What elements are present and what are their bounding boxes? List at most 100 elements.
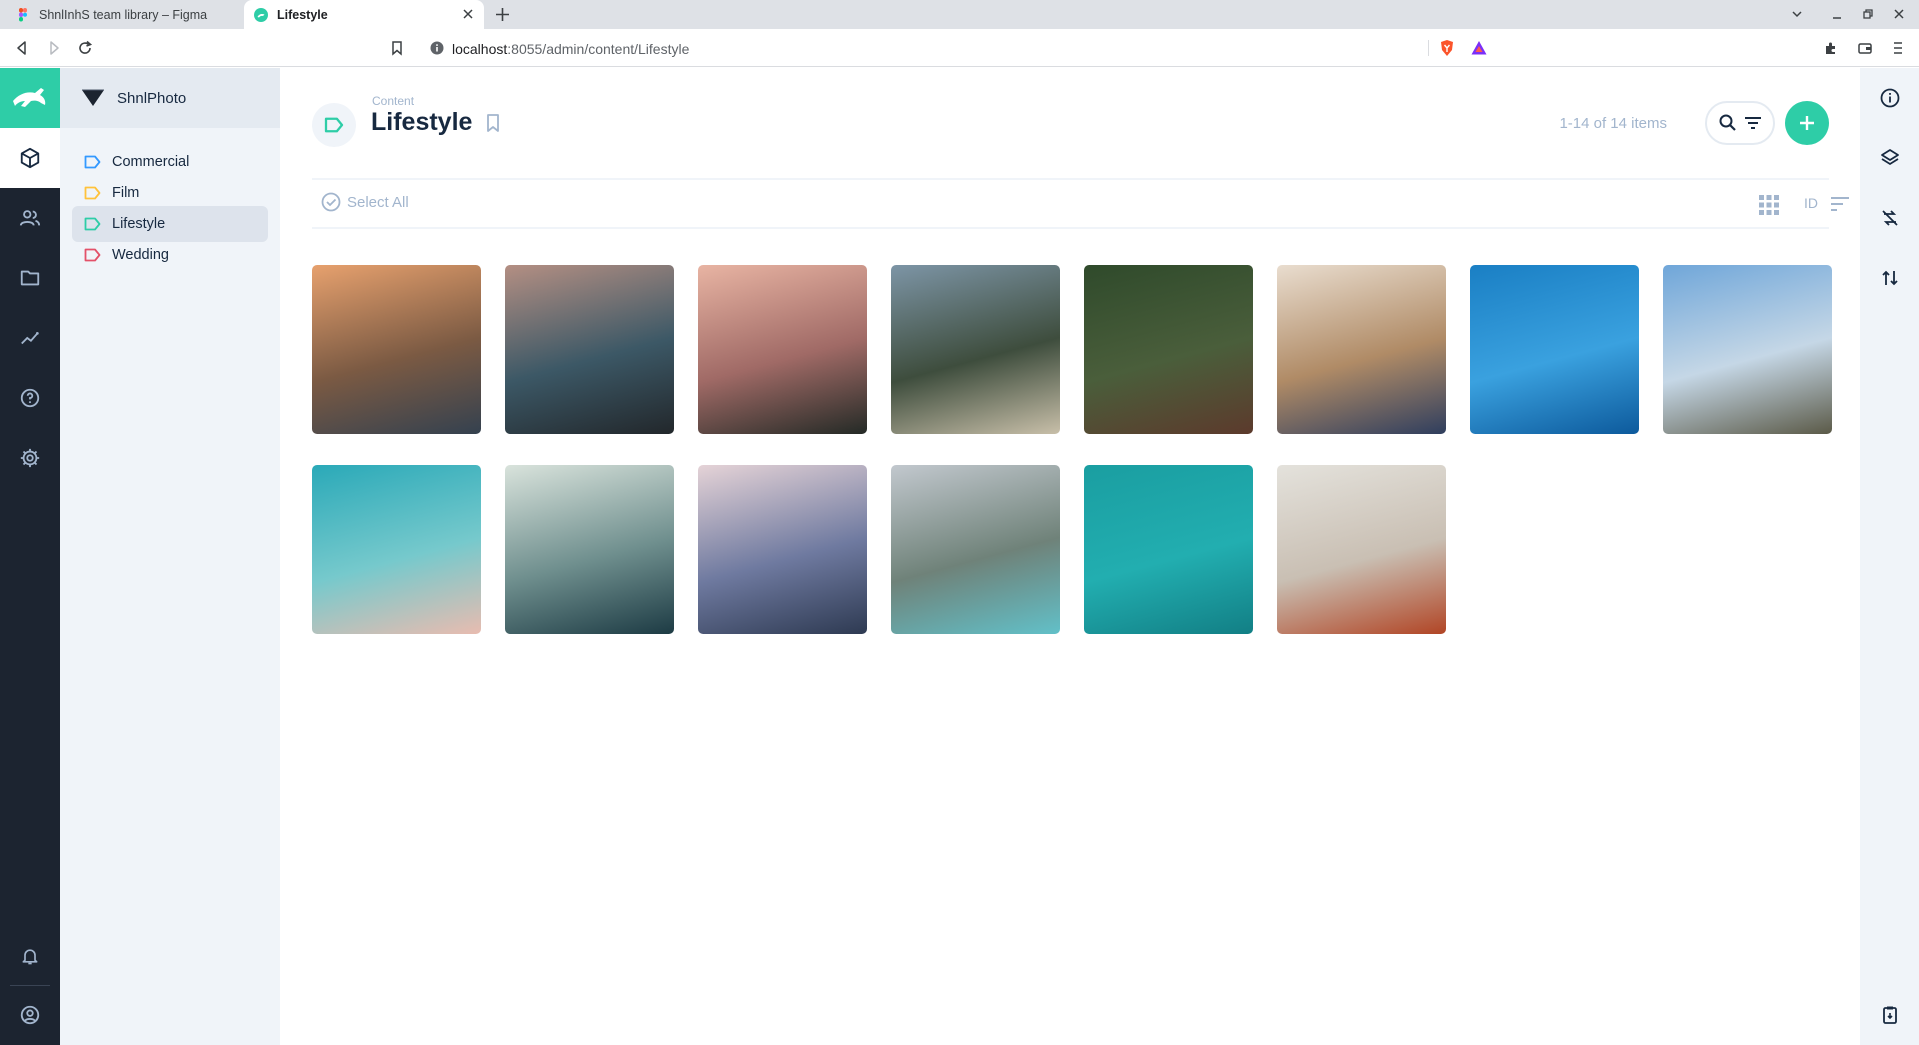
image-card-surfer-blue-wave[interactable] [1470,265,1639,434]
nav-item-label: Wedding [112,247,169,263]
folder-icon [20,270,40,286]
module-insights[interactable] [0,308,60,368]
help-icon [20,388,40,408]
image-card-man-cliff-ocean[interactable] [1663,265,1832,434]
wallet-icon[interactable] [1857,40,1873,56]
label-icon [84,217,101,231]
reload-icon[interactable] [77,40,93,56]
minimize-icon[interactable] [1831,8,1843,20]
module-bar [0,68,60,1045]
image-card-friends-cheering-sunset[interactable] [698,465,867,634]
image-card-surfer-in-water[interactable] [505,465,674,634]
sidebar-right [1860,68,1919,1045]
directus-app: ShnlPhoto Commercial Film Lifestyle Wedd… [0,68,1919,1045]
nav-item-label: Lifestyle [112,216,166,232]
image-card-man-rocky-coast[interactable] [505,265,674,434]
sync-disabled-icon[interactable] [1880,208,1900,228]
rabbit-logo-icon [13,88,46,107]
browser-toolbar: localhost:8055/admin/content/Lifestyle [0,29,1919,67]
create-item-button[interactable] [1785,101,1829,145]
bookmark-icon[interactable] [484,113,502,133]
label-icon [324,117,344,133]
tab-lifestyle[interactable]: Lifestyle [244,0,484,29]
image-card-float-teal-water[interactable] [1084,465,1253,634]
image-card-guitar-friends-street[interactable] [312,265,481,434]
url-text: localhost:8055/admin/content/Lifestyle [452,41,689,57]
close-window-icon[interactable] [1893,8,1905,20]
image-card-surfboard-shoreline[interactable] [312,465,481,634]
menu-icon[interactable] [1890,40,1906,56]
brave-rewards-icon[interactable] [1470,39,1488,57]
label-icon [84,186,101,200]
box-icon [20,147,40,169]
extensions-icon[interactable] [1823,40,1839,56]
restore-icon[interactable] [1862,8,1874,20]
image-card-breakfast-tray[interactable] [1277,265,1446,434]
clipboard-icon[interactable] [1880,1005,1900,1025]
module-files[interactable] [0,248,60,308]
insights-icon [21,332,39,345]
check-circle-icon [321,192,341,212]
tab-search-chevron-icon[interactable] [1791,8,1803,20]
module-content[interactable] [0,128,60,188]
app-logo[interactable] [0,68,60,128]
account-circle-icon [20,1005,40,1025]
label-icon [84,155,101,169]
image-card-palm-trees-beach[interactable] [891,265,1060,434]
image-card-silhouette-sunset[interactable] [698,265,867,434]
figma-icon [19,7,27,21]
layout-toolbar: Select All ID [312,178,1849,229]
filter-icon[interactable] [1743,113,1763,133]
site-info-icon[interactable] [430,41,444,55]
label-icon [84,248,101,262]
module-users[interactable] [0,188,60,248]
project-logo-icon [82,89,104,106]
sort-icon[interactable] [1830,195,1850,213]
notifications-button[interactable] [0,926,60,986]
image-card-mountain-lake[interactable] [891,465,1060,634]
grid-size-icon[interactable] [1758,194,1780,216]
content-navigation: ShnlPhoto Commercial Film Lifestyle Wedd… [60,68,280,1045]
import-export-icon[interactable] [1880,268,1900,288]
browser-tab-bar: ShnlInhS team library – Figma Lifestyle [0,0,1919,29]
bookmark-page-icon[interactable] [389,40,405,56]
forward-icon[interactable] [46,40,62,56]
gear-icon [20,448,40,468]
address-bar[interactable]: localhost:8055/admin/content/Lifestyle [418,34,1500,62]
info-icon[interactable] [1880,88,1900,108]
main-content: Content Lifestyle 1-14 of 14 items Selec… [280,68,1860,1045]
item-count: 1-14 of 14 items [1559,115,1667,132]
module-help[interactable] [0,368,60,428]
select-all-button[interactable]: Select All [321,192,409,212]
search-icon[interactable] [1718,113,1738,133]
url-separator [1428,40,1429,56]
collection-icon-badge [312,103,356,147]
back-icon[interactable] [14,40,30,56]
image-card-hikers-forest-trail[interactable] [1084,265,1253,434]
tab-figma[interactable]: ShnlInhS team library – Figma [6,0,244,29]
new-tab-icon[interactable] [495,7,510,22]
nav-item-label: Film [112,185,140,201]
url-path: :8055/admin/content/Lifestyle [507,41,690,57]
close-tab-icon[interactable] [462,8,474,20]
sort-field[interactable]: ID [1804,195,1818,211]
url-host: localhost [452,41,508,57]
people-icon [19,210,41,226]
image-card-woman-laptop-sofa[interactable] [1277,465,1446,634]
breadcrumb[interactable]: Content [372,94,414,108]
tab-title: ShnlInhS team library – Figma [39,7,208,22]
module-settings[interactable] [0,428,60,488]
bell-icon [22,949,38,965]
select-all-label: Select All [347,193,409,211]
tab-title: Lifestyle [277,7,328,22]
layers-icon[interactable] [1880,148,1900,168]
page-title: Lifestyle [371,108,473,136]
nav-item-label: Commercial [112,154,190,170]
directus-favicon-icon [254,7,268,22]
project-name: ShnlPhoto [117,89,187,107]
brave-shield-icon[interactable] [1438,39,1456,57]
nav-item-wedding[interactable]: Wedding [72,237,268,273]
user-menu-button[interactable] [0,985,60,1045]
plus-icon [1800,116,1814,130]
search-filter-control [1705,101,1775,145]
